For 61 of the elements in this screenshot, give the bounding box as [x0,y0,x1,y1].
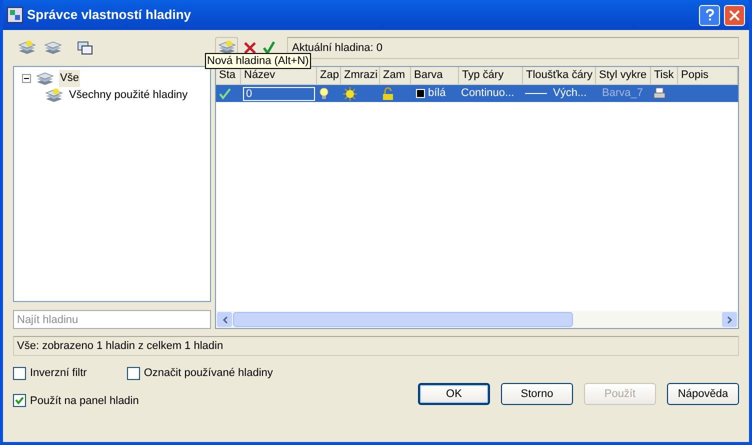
group-filter-button[interactable] [43,40,63,56]
linetype-cell[interactable]: Continuo... [461,85,514,102]
tree-item[interactable]: Vše [59,70,80,87]
delete-layer-button[interactable] [243,41,257,56]
layers-icon [43,40,63,56]
lineweight-cell[interactable]: Vých... [553,85,587,102]
layer-row[interactable]: 0 bílá Continuo... Vých... Barva_7 [216,85,738,102]
layers-icon [44,88,64,104]
sun-icon[interactable] [343,86,357,101]
set-current-button[interactable] [262,41,276,56]
printer-icon[interactable] [653,87,666,100]
close-button[interactable] [724,4,745,26]
tooltip: Nová hladina (Alt+N) [205,53,311,69]
window-title: Správce vlastností hladiny [27,6,192,24]
new-filter-button[interactable] [17,40,37,56]
state-manager-button[interactable] [77,40,93,56]
layers-icon [17,40,37,56]
option-label: Označit používané hladiny [144,366,273,381]
plot-style-cell-text: Barva_7 [601,86,643,102]
dialog-button[interactable]: OK [418,383,490,405]
dialog-button[interactable]: Storno [501,383,573,405]
search-field[interactable]: Najít hladinu [13,310,211,329]
column-header[interactable]: Zap [320,67,339,84]
status-text: Vše: zobrazeno 1 hladin z celkem 1 hladin [17,338,224,354]
checkmark-icon [262,41,276,56]
bulb-icon[interactable] [319,87,329,100]
column-header[interactable]: Zam [383,67,405,84]
column-header[interactable]: Popis [681,67,709,84]
delete-icon [243,41,257,56]
column-header[interactable]: Barva [414,67,443,84]
column-header[interactable]: Název [244,67,276,84]
checkbox[interactable] [13,366,26,380]
column-header[interactable]: Tloušťka čáry [526,67,592,84]
column-header[interactable]: Zmrazi [344,67,378,84]
scroll-right-icon[interactable] [722,312,737,327]
tree-item[interactable]: Všechny použité hladiny [68,87,189,104]
column-header[interactable]: Sta [219,67,236,84]
column-header[interactable]: Typ čáry [462,67,504,84]
close-icon [729,10,740,20]
dialog-button[interactable]: Nápověda [667,383,739,405]
help-icon [704,9,714,21]
layer-name-field[interactable]: 0 [243,86,315,101]
state-manager-icon [77,40,93,56]
expander-icon[interactable] [22,74,31,84]
horizontal-scrollbar[interactable] [216,311,738,328]
checkbox[interactable] [13,394,26,408]
color-name: bílá [428,86,446,102]
column-header[interactable]: Tisk [654,67,674,84]
color-swatch[interactable] [416,89,425,98]
option-label: Inverzní filtr [30,366,87,381]
option-label: Použít na panel hladin [30,394,139,408]
scroll-thumb[interactable] [233,312,573,327]
app-icon [7,7,23,23]
scroll-left-icon[interactable] [217,312,232,327]
help-button[interactable] [699,4,720,26]
column-header[interactable]: Styl vykre [599,67,647,84]
checkbox[interactable] [126,366,140,380]
current-layer-label: Aktuální hladina: 0 [292,40,383,56]
unlocked-icon[interactable] [382,86,394,101]
layers-icon [35,70,55,87]
line-sample [525,93,547,94]
